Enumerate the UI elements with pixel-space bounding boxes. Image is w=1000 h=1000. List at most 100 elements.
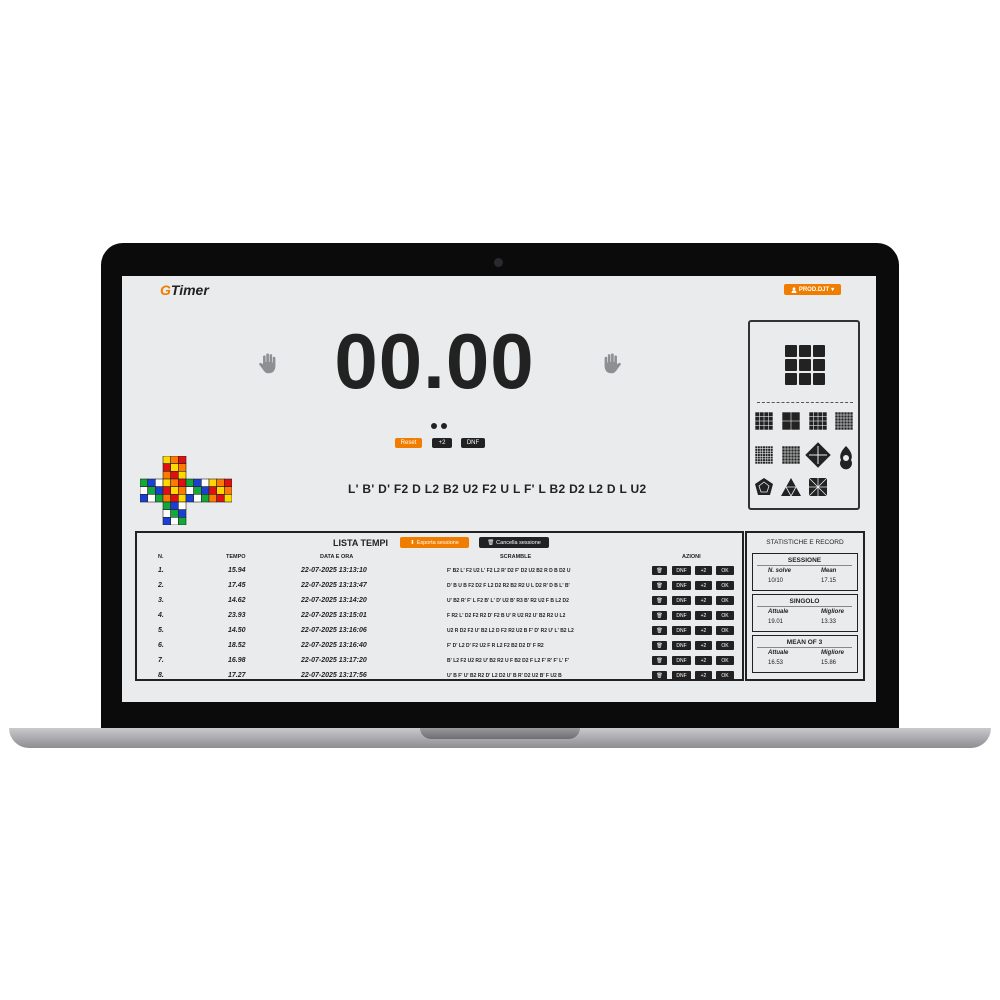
grid-cell bbox=[797, 455, 800, 458]
plus2-time-button[interactable]: +2 bbox=[695, 671, 712, 679]
grid-cell bbox=[813, 359, 825, 371]
ok-time-button[interactable]: OK bbox=[716, 671, 734, 679]
sticker bbox=[170, 478, 179, 487]
grid-cell bbox=[757, 448, 760, 451]
ok-time-button[interactable]: OK bbox=[716, 656, 734, 665]
grid-cell bbox=[791, 452, 794, 455]
plus2-button[interactable]: +2 bbox=[432, 438, 452, 448]
pyraminx-icon[interactable] bbox=[781, 478, 801, 497]
grid-cell bbox=[788, 446, 791, 449]
cube-6x6-icon[interactable] bbox=[835, 412, 853, 430]
grid-cell bbox=[763, 459, 765, 462]
delete-time-button[interactable]: 🗑 bbox=[652, 596, 667, 605]
clock-icon[interactable] bbox=[840, 446, 852, 470]
plus2-time-button[interactable]: +2 bbox=[695, 656, 712, 665]
app-logo[interactable]: GTimer bbox=[160, 282, 209, 298]
row-scramble: F' B2 L' F2 U2 L' F2 L2 R' D2 F' D2 U2 B… bbox=[447, 568, 571, 574]
ok-time-button[interactable]: OK bbox=[716, 626, 734, 635]
delete-time-button[interactable]: 🗑 bbox=[652, 641, 667, 650]
grid-cell bbox=[765, 454, 768, 456]
grid-cell bbox=[755, 461, 758, 464]
grid-cell bbox=[782, 452, 785, 455]
grid-cell bbox=[799, 373, 811, 385]
grid-cell bbox=[757, 456, 760, 459]
cube-7x7-icon[interactable] bbox=[755, 446, 773, 464]
cube-4x4-icon[interactable] bbox=[755, 412, 773, 430]
reset-button[interactable]: Reset bbox=[395, 438, 422, 448]
stat-value: 10/10 bbox=[768, 578, 784, 584]
row-scramble: F' D' L2 D' F2 U2 F R L2 F2 B2 D2 D' F R… bbox=[447, 643, 544, 649]
skewb-icon[interactable] bbox=[808, 477, 828, 497]
plus2-time-button[interactable]: +2 bbox=[695, 581, 712, 590]
sticker bbox=[170, 494, 179, 503]
row-date: 22-07-2025 13:16:40 bbox=[301, 642, 367, 649]
grid-cell bbox=[850, 415, 853, 418]
dnf-time-button[interactable]: DNF bbox=[672, 626, 691, 635]
export-session-button[interactable]: ⬇ Esporta sessione bbox=[400, 537, 469, 548]
ok-time-button[interactable]: OK bbox=[716, 566, 734, 575]
grid-cell bbox=[822, 416, 827, 421]
dnf-time-button[interactable]: DNF bbox=[672, 581, 691, 590]
grid-cell bbox=[788, 458, 791, 461]
ok-time-button[interactable]: OK bbox=[716, 581, 734, 590]
header-scramble: SCRAMBLE bbox=[500, 554, 532, 560]
delete-time-button[interactable]: 🗑 bbox=[652, 626, 667, 635]
grid-cell bbox=[847, 418, 850, 421]
trash-icon: 🗑 bbox=[656, 567, 663, 574]
delete-time-button[interactable]: 🗑 bbox=[652, 656, 667, 665]
sticker bbox=[140, 486, 148, 495]
sticker bbox=[170, 509, 179, 518]
sticker bbox=[170, 471, 179, 480]
grid-cell bbox=[768, 412, 773, 417]
delete-time-button[interactable]: 🗑 bbox=[652, 566, 667, 575]
dnf-time-button[interactable]: DNF bbox=[672, 596, 691, 605]
grid-cell bbox=[768, 461, 771, 464]
grid-cell bbox=[785, 373, 797, 385]
stat-value: 13.33 bbox=[821, 619, 837, 625]
user-menu-button[interactable]: PROD.DJT ▾ bbox=[784, 284, 841, 295]
dnf-time-button[interactable]: DNF bbox=[672, 671, 691, 679]
grid-cell bbox=[813, 421, 818, 426]
dnf-time-button[interactable]: DNF bbox=[672, 641, 691, 650]
grid-cell bbox=[770, 451, 773, 454]
megaminx-icon[interactable] bbox=[755, 478, 773, 495]
cube-6x6-icon[interactable] bbox=[782, 446, 800, 464]
timer-display[interactable]: 00.00 bbox=[332, 316, 537, 407]
dnf-time-button[interactable]: DNF bbox=[672, 656, 691, 665]
sticker bbox=[178, 478, 187, 487]
row-date: 22-07-2025 13:13:47 bbox=[301, 582, 367, 589]
delete-time-button[interactable]: 🗑 bbox=[652, 611, 667, 620]
camera bbox=[494, 258, 503, 267]
plus2-time-button[interactable]: +2 bbox=[695, 566, 712, 575]
grid-cell bbox=[838, 412, 841, 415]
sticker bbox=[162, 494, 171, 503]
sticker bbox=[193, 494, 202, 503]
cube-2x2-icon[interactable] bbox=[782, 412, 800, 430]
plus2-time-button[interactable]: +2 bbox=[695, 611, 712, 620]
dnf-button[interactable]: DNF bbox=[461, 438, 485, 448]
plus2-time-button[interactable]: +2 bbox=[695, 626, 712, 635]
sticker bbox=[216, 494, 225, 503]
square-1-icon[interactable] bbox=[805, 442, 831, 468]
ok-time-button[interactable]: OK bbox=[716, 596, 734, 605]
clear-session-button[interactable]: 🗑 Cancella sessione bbox=[479, 537, 549, 548]
grid-cell bbox=[755, 421, 760, 426]
dnf-time-button[interactable]: DNF bbox=[672, 566, 691, 575]
dnf-time-button[interactable]: DNF bbox=[672, 611, 691, 620]
sticker bbox=[155, 494, 164, 503]
delete-time-button[interactable]: 🗑 bbox=[652, 581, 667, 590]
grid-cell bbox=[763, 448, 765, 451]
divider bbox=[757, 565, 852, 566]
ok-time-button[interactable]: OK bbox=[716, 611, 734, 620]
ok-time-button[interactable]: OK bbox=[716, 641, 734, 650]
sticker bbox=[162, 486, 171, 495]
cube-5x5-icon[interactable] bbox=[809, 412, 827, 430]
stats-title: STATISTICHE E RECORD bbox=[766, 539, 844, 546]
grid-cell bbox=[838, 418, 841, 421]
plus2-time-button[interactable]: +2 bbox=[695, 641, 712, 650]
plus2-time-button[interactable]: +2 bbox=[695, 596, 712, 605]
sticker bbox=[170, 456, 179, 464]
grid-cell bbox=[765, 456, 768, 459]
cube-3x3-icon[interactable] bbox=[784, 344, 826, 386]
delete-time-button[interactable]: 🗑 bbox=[652, 671, 667, 679]
